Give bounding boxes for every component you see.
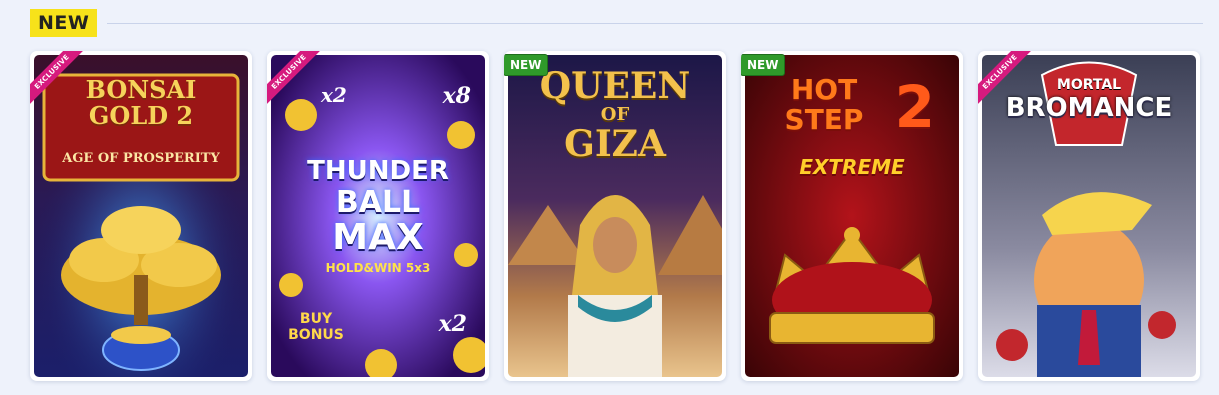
game-card-bonsai-gold-2[interactable]: BONSAI GOLD 2 AGE OF PROSPERITY EXCLUSIV… [30, 51, 252, 381]
game-subtitle: EXTREME [799, 155, 905, 179]
game-card-hot-step-2-extreme[interactable]: HOT STEP 2 EXTREME NEW [741, 51, 963, 381]
game-row: BONSAI GOLD 2 AGE OF PROSPERITY EXCLUSIV… [30, 51, 1205, 383]
section-divider [107, 22, 1203, 24]
game-card-mortal-bromance[interactable]: MORTAL BROMANCE EXCLUSIVE [978, 51, 1200, 381]
game-title-line: GIZA [564, 123, 666, 165]
game-thumbnail: QUEEN OF GIZA [508, 55, 722, 377]
game-title-line: OF [600, 104, 630, 125]
section-header: NEW [30, 8, 1203, 38]
game-subtitle: HOLD&WIN 5x3 [325, 261, 431, 275]
game-title-line: BALL [335, 185, 421, 220]
game-card-queen-of-giza[interactable]: QUEEN OF GIZA NEW [504, 51, 726, 381]
buy-bonus-line: BONUS [288, 327, 344, 343]
game-title-line: HOT [790, 73, 858, 106]
new-badge: NEW [741, 54, 786, 76]
game-title-line: GOLD 2 [88, 101, 194, 130]
game-thumbnail: HOT STEP 2 EXTREME [745, 55, 959, 377]
game-thumbnail: x2 x8 THUNDER BALL MAX HOLD&WIN 5x3 BUY … [271, 55, 485, 377]
game-thumbnail: BONSAI GOLD 2 AGE OF PROSPERITY [34, 55, 248, 377]
multiplier-badge: x2 [321, 83, 347, 107]
buy-bonus-line: BUY [299, 311, 333, 327]
new-badge: NEW [504, 54, 549, 76]
game-subtitle: AGE OF PROSPERITY [62, 151, 220, 166]
game-title-line: MORTAL [1056, 77, 1122, 93]
game-number: 2 [894, 73, 935, 141]
game-title-line: BROMANCE [1005, 93, 1173, 123]
game-title-line: STEP [784, 103, 864, 136]
game-title-line: THUNDER [307, 156, 449, 186]
game-title-line: MAX [332, 217, 424, 258]
game-card-thunder-ball-max[interactable]: x2 x8 THUNDER BALL MAX HOLD&WIN 5x3 BUY … [267, 51, 489, 381]
game-thumbnail: MORTAL BROMANCE [982, 55, 1196, 377]
multiplier-badge: x2 [438, 311, 467, 337]
game-title-line: BONSAI [85, 75, 197, 104]
multiplier-badge: x8 [442, 83, 471, 109]
section-title: NEW [30, 9, 98, 37]
